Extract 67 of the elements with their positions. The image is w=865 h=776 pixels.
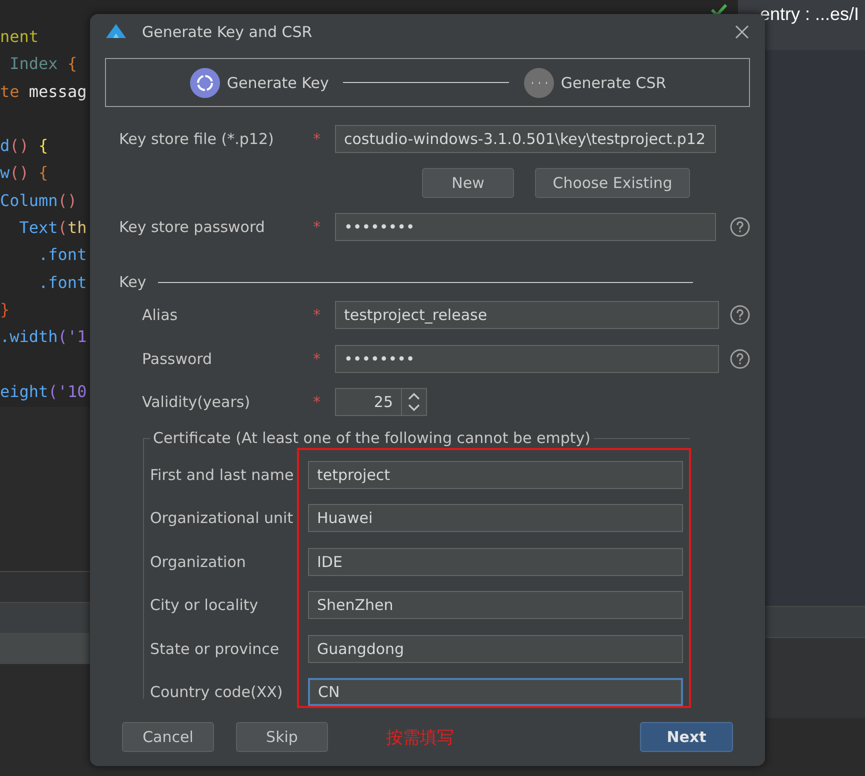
code-text: Index (8, 53, 59, 76)
field-label: Organization (150, 552, 247, 571)
field-label: Alias (142, 306, 179, 324)
field-label: Country code(XX) (150, 683, 284, 702)
window-title: Generate Key and CSR (142, 23, 314, 41)
close-icon[interactable] (735, 25, 749, 39)
field-label: City or locality (150, 596, 260, 614)
field-label: Password (142, 350, 214, 368)
code-text: { (38, 135, 48, 158)
dialog-button[interactable]: Choose Existing (535, 168, 690, 198)
input-field[interactable]: testproject_release (335, 301, 719, 329)
code-text: Column (0, 190, 58, 212)
input-field[interactable]: IDE (308, 548, 683, 576)
dialog-button[interactable]: Skip (236, 722, 328, 752)
logo-icon (106, 24, 126, 40)
input-field[interactable]: Guangdong (308, 634, 683, 663)
field-label: Organizational unit (150, 509, 294, 528)
input-field[interactable]: •••••••• (335, 213, 716, 241)
field-label: Validity(years) (142, 393, 252, 411)
code-text: () (10, 135, 30, 158)
dialog-button[interactable]: Cancel (122, 722, 214, 752)
code-text: ('1 (58, 326, 87, 348)
required-mark: * (313, 218, 322, 236)
code-text: te (0, 80, 20, 103)
code-text: nent (0, 26, 39, 48)
input-field[interactable]: Huawei (308, 504, 683, 532)
input-field[interactable]: tetproject (308, 460, 683, 489)
code-text: .font (38, 272, 87, 294)
code-text: w (0, 162, 10, 184)
code-text: ( (58, 217, 68, 240)
field-label: Key store password (119, 218, 266, 236)
dialog-button[interactable]: Next (640, 722, 733, 752)
field-label: State or province (150, 640, 280, 658)
help-icon[interactable] (730, 305, 750, 325)
help-icon[interactable] (730, 217, 750, 237)
code-text: } (0, 298, 10, 321)
field-label: Key store file (*.p12) (119, 130, 275, 148)
input-field[interactable]: costudio-windows-3.1.0.501\key\testproject.p12 (335, 125, 716, 153)
check-icon (710, 3, 728, 17)
step-label: Generate CSR (560, 74, 666, 92)
required-mark: * (313, 393, 322, 411)
code-text: () (10, 162, 30, 184)
code-text: eight (0, 380, 48, 403)
code-text: Text (18, 217, 58, 240)
group-title: Certificate (At least one of the following cannot be empty) (152, 429, 592, 447)
code-text: ('10 (48, 380, 87, 403)
input-field[interactable]: CN (308, 678, 683, 706)
code-text: () (58, 190, 78, 212)
code-text: messag (28, 80, 87, 103)
code-text: { (38, 162, 48, 184)
input-field[interactable]: ShenZhen (308, 591, 683, 620)
input-field[interactable]: •••••••• (335, 345, 719, 373)
annotation-note: 按需填写 (386, 726, 455, 748)
number-spinner[interactable]: 25 (335, 388, 427, 416)
help-icon[interactable] (730, 349, 750, 369)
required-mark: * (313, 306, 322, 324)
code-text: th (67, 217, 87, 240)
code-text: { (67, 53, 78, 76)
code-text: .font (38, 244, 87, 266)
code-text: .width (0, 326, 58, 348)
section-title: Key (119, 273, 146, 291)
field-label: First and last name (150, 466, 295, 484)
dialog-button[interactable]: New (422, 168, 514, 198)
required-mark: * (313, 130, 322, 148)
code-text: d (0, 135, 10, 158)
required-mark: * (313, 350, 322, 368)
step-label: Generate Key (226, 74, 329, 92)
